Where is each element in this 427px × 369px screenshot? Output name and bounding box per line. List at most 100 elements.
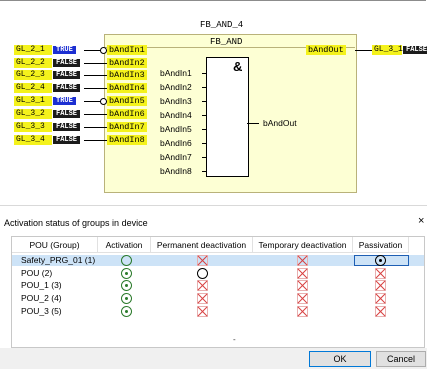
unavailable-cross-icon	[297, 255, 308, 266]
table-row[interactable]: Safety_PRG_01 (1)	[12, 255, 424, 266]
connection-line	[202, 157, 207, 158]
and-input-5: bAndIn5	[160, 124, 207, 134]
close-icon[interactable]: ×	[418, 215, 424, 227]
online-value-false: FALSE	[53, 123, 81, 131]
groups-table[interactable]: POU (Group) Activation Permanent deactiv…	[11, 236, 425, 348]
column-header-temporary-deactivation[interactable]: Temporary deactivation	[253, 237, 353, 253]
and-input-7: bAndIn7	[160, 152, 207, 162]
column-header-passivation[interactable]: Passivation	[353, 237, 409, 253]
variable-name[interactable]: GL_3_3	[14, 122, 52, 132]
connection-line	[247, 123, 259, 124]
table-row[interactable]: POU_2 (4)	[12, 293, 424, 304]
input-variable-1[interactable]: GL_2_1 TRUE	[14, 45, 114, 55]
output-variable[interactable]: GL_3_1 FALSE	[355, 45, 427, 55]
variable-name[interactable]: GL_3_1	[372, 45, 403, 55]
variable-name[interactable]: GL_2_1	[14, 45, 52, 55]
column-header-permanent-deactivation[interactable]: Permanent deactivation	[151, 237, 253, 253]
input-variable-6[interactable]: GL_3_2 FALSE	[14, 109, 114, 119]
column-header-activation[interactable]: Activation	[98, 237, 151, 253]
unavailable-cross-icon	[375, 268, 386, 279]
connection-line	[202, 115, 207, 116]
online-value-false: FALSE	[53, 71, 81, 79]
fb-input-pin-3[interactable]: bAndIn3	[107, 70, 147, 80]
permanent-radio-empty-icon[interactable]	[197, 268, 208, 279]
fb-input-pin-8[interactable]: bAndIn8	[107, 135, 147, 145]
connection-line	[202, 143, 207, 144]
connection-line	[202, 129, 207, 130]
and-input-2: bAndIn2	[160, 82, 207, 92]
negation-circle	[100, 98, 107, 105]
and-input-label: bAndIn2	[160, 82, 192, 92]
variable-name[interactable]: GL_2_3	[14, 70, 52, 80]
fb-input-pin-4[interactable]: bAndIn4	[107, 83, 147, 93]
fb-input-pin-7[interactable]: bAndIn7	[107, 122, 147, 132]
activation-radio-empty-icon[interactable]	[121, 255, 132, 266]
pou-name: Safety_PRG_01 (1)	[21, 255, 96, 265]
table-row[interactable]: POU_1 (3)	[12, 280, 424, 291]
activation-radio-selected-icon[interactable]	[121, 293, 132, 304]
dialog-footer: OK Cancel	[0, 348, 427, 369]
variable-name[interactable]: GL_2_2	[14, 58, 52, 68]
unavailable-cross-icon	[297, 293, 308, 304]
input-variable-2[interactable]: GL_2_2 FALSE	[14, 58, 114, 68]
input-variable-7[interactable]: GL_3_3 FALSE	[14, 122, 114, 132]
input-variable-3[interactable]: GL_2_3 FALSE	[14, 70, 114, 80]
fbd-editor[interactable]: FB_AND_4 FB_AND GL_2_1 TRUE GL_2_2 FALSE…	[0, 0, 427, 205]
connection-line	[202, 87, 207, 88]
online-value-false: FALSE	[53, 84, 81, 92]
and-output-label: bAndOut	[263, 118, 297, 128]
fb-instance-name[interactable]: FB_AND_4	[200, 20, 243, 30]
activation-radio-selected-icon[interactable]	[121, 280, 132, 291]
dialog-title: Activation status of groups in device	[4, 218, 148, 228]
activation-radio-selected-icon[interactable]	[121, 306, 132, 317]
unavailable-cross-icon	[375, 280, 386, 291]
unavailable-cross-icon	[197, 306, 208, 317]
variable-name[interactable]: GL_3_2	[14, 109, 52, 119]
pou-name: POU_3 (5)	[21, 306, 62, 316]
fb-input-pin-6[interactable]: bAndIn6	[107, 109, 147, 119]
and-input-4: bAndIn4	[160, 110, 207, 120]
input-variable-5[interactable]: GL_3_1 TRUE	[14, 96, 114, 106]
pou-name: POU_1 (3)	[21, 280, 62, 290]
unavailable-cross-icon	[375, 306, 386, 317]
online-value-false: FALSE	[403, 46, 427, 54]
unavailable-cross-icon	[297, 280, 308, 291]
fb-input-pin-1[interactable]: bAndIn1	[107, 45, 147, 55]
connection-line	[202, 101, 207, 102]
online-value-false: FALSE	[53, 110, 81, 118]
passivation-radio-selected-icon[interactable]	[375, 255, 386, 266]
status-dot: -	[233, 335, 236, 344]
and-input-8: bAndIn8	[160, 166, 207, 176]
online-value-true: TRUE	[53, 46, 76, 54]
fb-output-pin[interactable]: bAndOut	[306, 45, 346, 55]
and-input-label: bAndIn5	[160, 124, 192, 134]
and-input-label: bAndIn8	[160, 166, 192, 176]
unavailable-cross-icon	[297, 268, 308, 279]
fb-input-pin-5[interactable]: bAndIn5	[107, 96, 147, 106]
column-header-pou[interactable]: POU (Group)	[12, 237, 98, 253]
input-variable-8[interactable]: GL_3_4 FALSE	[14, 135, 114, 145]
and-input-6: bAndIn6	[160, 138, 207, 148]
and-input-label: bAndIn7	[160, 152, 192, 162]
variable-name[interactable]: GL_3_4	[14, 135, 52, 145]
input-variable-4[interactable]: GL_2_4 FALSE	[14, 83, 114, 93]
cancel-button[interactable]: Cancel	[376, 351, 426, 367]
variable-name[interactable]: GL_3_1	[14, 96, 52, 106]
and-symbol: &	[233, 59, 243, 74]
and-block[interactable]	[206, 57, 249, 177]
and-input-1: bAndIn1	[160, 68, 207, 78]
unavailable-cross-icon	[197, 280, 208, 291]
and-input-label: bAndIn4	[160, 110, 192, 120]
ok-button[interactable]: OK	[309, 351, 371, 367]
pou-name: POU (2)	[21, 268, 53, 278]
table-row[interactable]: POU (2)	[12, 268, 424, 279]
variable-name[interactable]: GL_2_4	[14, 83, 52, 93]
activation-radio-selected-icon[interactable]	[121, 268, 132, 279]
unavailable-cross-icon	[197, 255, 208, 266]
connection-line	[202, 73, 207, 74]
unavailable-cross-icon	[297, 306, 308, 317]
and-input-label: bAndIn1	[160, 68, 192, 78]
table-row[interactable]: POU_3 (5)	[12, 306, 424, 317]
unavailable-cross-icon	[197, 293, 208, 304]
fb-input-pin-2[interactable]: bAndIn2	[107, 58, 147, 68]
